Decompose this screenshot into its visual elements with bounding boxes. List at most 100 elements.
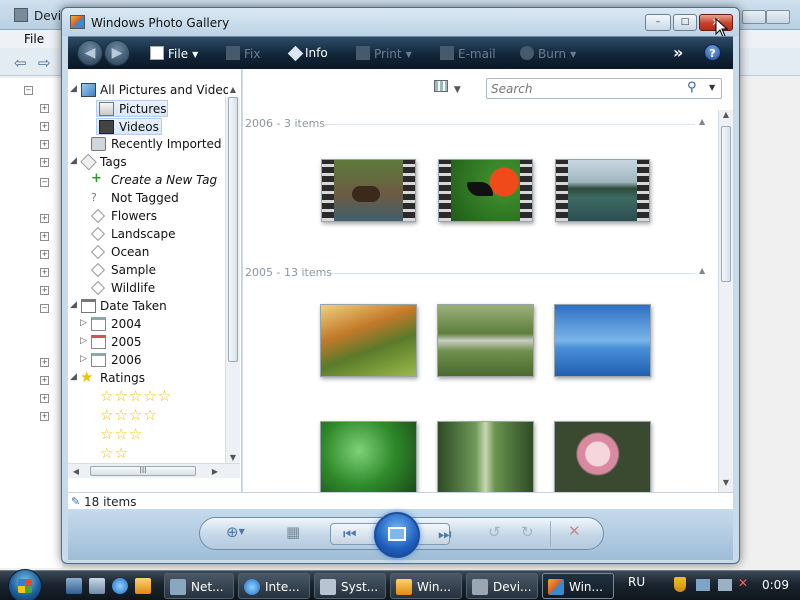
search-input[interactable]	[491, 81, 679, 96]
photo-thumbnail-autumn-tree[interactable]	[320, 304, 417, 377]
delete-button[interactable]: ✕	[568, 522, 581, 540]
search-dropdown-icon[interactable]: ▼	[709, 83, 715, 92]
taskbar-item-system[interactable]: Syst...	[314, 573, 386, 599]
nav-tag-sample[interactable]: Sample	[70, 262, 220, 279]
view-options-button[interactable]: ▼	[434, 80, 464, 98]
burn-button[interactable]: Burn ▼	[520, 46, 576, 61]
photo-thumbnail-forest-path[interactable]	[437, 421, 534, 494]
fix-button[interactable]: Fix	[226, 46, 260, 61]
switch-windows-icon[interactable]	[89, 578, 105, 594]
tree-expand-icon[interactable]: +	[40, 158, 49, 167]
taskbar-item-windows-media[interactable]: Win...	[390, 573, 462, 599]
expand-arrow-icon[interactable]: ▷	[80, 354, 87, 364]
more-commands-button[interactable]: »	[673, 43, 683, 62]
volume-tray-icon[interactable]	[718, 579, 732, 591]
info-button[interactable]: Info	[287, 45, 328, 62]
device-manager-file-menu[interactable]: File	[24, 32, 44, 46]
nav-tags[interactable]: ◢ Tags	[70, 153, 220, 171]
video-thumbnail-lake[interactable]	[555, 159, 650, 222]
nav-year-2004[interactable]: ▷ 2004	[80, 316, 180, 333]
device-manager-minimize-button[interactable]	[742, 10, 766, 24]
content-scroll-down-icon[interactable]: ▼	[719, 478, 733, 487]
start-button[interactable]	[8, 569, 42, 600]
nav-tag-landscape[interactable]: Landscape	[70, 226, 220, 243]
taskbar-item-network[interactable]: Net...	[164, 573, 234, 599]
tree-expand-icon[interactable]: +	[40, 268, 49, 277]
nav-year-2005[interactable]: ▷ 2005	[80, 334, 180, 351]
actual-size-button[interactable]: ▦	[286, 523, 300, 541]
group-header-2005[interactable]: 2005 - 13 items	[245, 266, 332, 279]
nav-pictures[interactable]: Pictures	[96, 100, 168, 117]
group-collapse-icon[interactable]: ▲	[699, 117, 705, 126]
tree-collapse-icon[interactable]: −	[40, 178, 49, 187]
tree-expand-icon[interactable]: +	[40, 412, 49, 421]
print-button[interactable]: Print ▼	[356, 46, 412, 61]
email-button[interactable]: E-mail	[440, 46, 496, 61]
back-arrow-icon[interactable]: ⇦	[14, 54, 27, 72]
tree-expand-icon[interactable]: +	[40, 122, 49, 131]
minimize-button[interactable]: –	[645, 14, 671, 31]
internet-explorer-icon[interactable]	[112, 578, 128, 594]
content-vertical-scroll-thumb[interactable]	[721, 126, 731, 282]
forward-button[interactable]: ▶	[104, 40, 130, 66]
rotate-clockwise-button[interactable]: ↻	[521, 523, 534, 541]
help-button[interactable]: ?	[704, 44, 721, 61]
photo-thumbnail-green-leaves[interactable]	[320, 421, 417, 494]
nav-scroll-right-icon[interactable]: ▶	[208, 467, 222, 476]
tree-expand-icon[interactable]: +	[40, 214, 49, 223]
nav-recently-imported[interactable]: Recently Imported	[70, 136, 222, 153]
tree-expand-icon[interactable]: +	[40, 140, 49, 149]
nav-rating-5-stars[interactable]: ☆☆☆☆☆	[100, 387, 172, 406]
nav-rating-3-stars[interactable]: ☆☆☆	[100, 425, 143, 444]
nav-horizontal-scroll-thumb[interactable]: III	[90, 466, 196, 476]
slideshow-button[interactable]	[374, 512, 420, 558]
tree-expand-icon[interactable]: +	[40, 104, 49, 113]
nav-tag-wildlife[interactable]: Wildlife	[70, 280, 220, 297]
nav-vertical-scroll-thumb[interactable]	[228, 97, 238, 362]
nav-horizontal-scrollbar[interactable]: ◀ III ▶	[68, 463, 240, 478]
tree-expand-icon[interactable]: +	[40, 394, 49, 403]
maximize-button[interactable]: □	[673, 14, 697, 31]
volume-muted-icon[interactable]: ✕	[738, 576, 748, 590]
nav-vertical-scrollbar[interactable]: ▼	[225, 97, 240, 463]
group-collapse-icon[interactable]: ▲	[699, 266, 705, 275]
nav-create-new-tag[interactable]: + Create a New Tag	[70, 172, 228, 189]
collapse-arrow-icon[interactable]: ◢	[70, 156, 77, 166]
video-thumbnail-butterfly[interactable]	[438, 159, 533, 222]
tree-expand-icon[interactable]: +	[40, 250, 49, 259]
photo-thumbnail-stream[interactable]	[437, 304, 534, 377]
tree-expand-icon[interactable]: +	[40, 232, 49, 241]
previous-button[interactable]: ⏮	[343, 525, 357, 543]
nav-scroll-down-icon[interactable]: ▼	[226, 453, 240, 462]
search-icon[interactable]: ⚲	[687, 80, 697, 95]
media-player-icon[interactable]	[135, 578, 151, 594]
tree-collapse-icon[interactable]: −	[40, 304, 49, 313]
nav-tag-flowers[interactable]: Flowers	[70, 208, 220, 225]
nav-tag-ocean[interactable]: Ocean	[70, 244, 220, 261]
tree-collapse-icon[interactable]: −	[24, 86, 33, 95]
show-desktop-icon[interactable]	[66, 578, 82, 594]
content-scroll-up-icon[interactable]: ▲	[719, 110, 733, 119]
expand-arrow-icon[interactable]: ▷	[80, 318, 87, 328]
clock[interactable]: 0:09	[762, 578, 789, 592]
zoom-button[interactable]: ⊕▼	[226, 523, 245, 541]
security-shield-icon[interactable]	[674, 577, 686, 592]
network-tray-icon[interactable]	[696, 579, 710, 591]
forward-arrow-icon[interactable]: ⇨	[38, 54, 51, 72]
nav-scroll-left-icon[interactable]: ◀	[69, 467, 83, 476]
taskbar-item-device-manager[interactable]: Devi...	[466, 573, 538, 599]
collapse-arrow-icon[interactable]: ◢	[70, 300, 77, 310]
nav-videos[interactable]: Videos	[96, 118, 162, 135]
group-header-2006[interactable]: 2006 - 3 items	[245, 117, 325, 130]
collapse-arrow-icon[interactable]: ◢	[70, 372, 77, 382]
tree-expand-icon[interactable]: +	[40, 376, 49, 385]
device-manager-close-button[interactable]	[766, 10, 790, 24]
content-vertical-scrollbar[interactable]: ▲ ▼	[718, 110, 733, 492]
file-menu-button[interactable]: File ▼	[150, 46, 198, 61]
photo-thumbnail-ocean-dock[interactable]	[554, 304, 651, 377]
nav-scroll-up-icon[interactable]: ▲	[226, 85, 240, 94]
next-button[interactable]: ⏭	[438, 525, 452, 543]
video-thumbnail-bear[interactable]	[321, 159, 416, 222]
back-button[interactable]: ◀	[77, 40, 103, 66]
nav-all-pictures-and-videos[interactable]: ◢ All Pictures and Videos	[70, 82, 228, 99]
